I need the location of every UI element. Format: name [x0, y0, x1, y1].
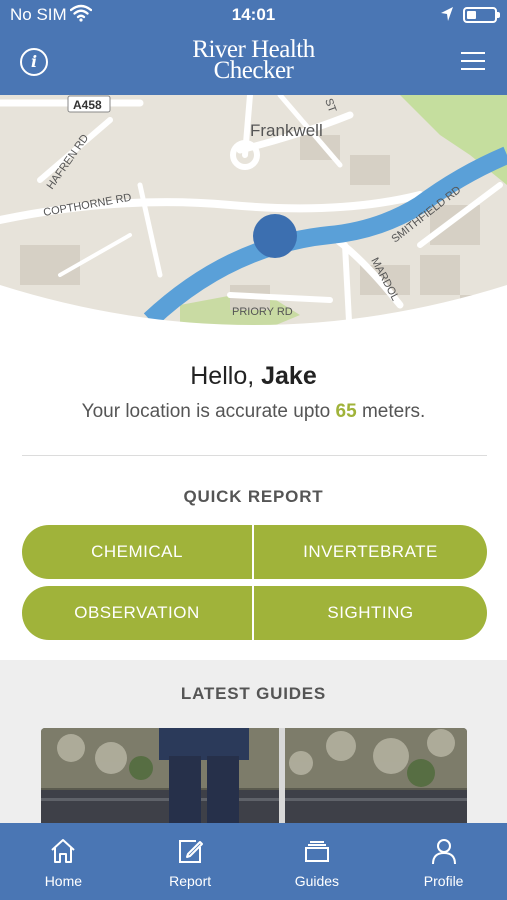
invertebrate-button[interactable]: INVERTEBRATE [254, 525, 487, 579]
guide-card[interactable] [41, 728, 467, 838]
menu-button[interactable] [461, 52, 485, 70]
tab-home[interactable]: Home [0, 823, 127, 900]
sighting-button[interactable]: SIGHTING [254, 586, 487, 640]
battery-icon [463, 7, 500, 23]
status-bar: No SIM 14:01 [0, 0, 507, 30]
map-canvas[interactable]: A458 Frankwell HAFREN RD COPTHORNE RD SM… [0, 95, 507, 340]
tab-home-label: Home [44, 873, 83, 889]
tab-report-label: Report [169, 873, 212, 889]
tab-bar: Home Report Guides Profile [0, 823, 507, 900]
location-marker [253, 214, 297, 258]
tab-report[interactable]: Report [127, 823, 254, 900]
accuracy-suffix: meters. [361, 401, 426, 422]
stack-icon [304, 841, 329, 862]
logo-line2: Checker [213, 57, 294, 84]
divider [22, 455, 487, 456]
user-name: Jake [261, 362, 317, 390]
quick-report-title: QUICK REPORT [183, 487, 324, 506]
home-icon [51, 839, 76, 863]
tab-guides[interactable]: Guides [254, 823, 381, 900]
greeting-hello: Hello, [190, 362, 255, 390]
map-label-a458: A458 [73, 98, 102, 112]
app-logo: River Health Checker [0, 37, 507, 84]
greeting: Hello, Jake [0, 362, 507, 391]
chemical-button[interactable]: CHEMICAL [22, 525, 252, 579]
accuracy-prefix: Your location is accurate upto [81, 401, 331, 422]
hamburger-icon [461, 52, 485, 54]
latest-guides-section: LATEST GUIDES [0, 660, 507, 838]
map-label-priory-rd: PRIORY RD [232, 306, 293, 318]
tab-profile[interactable]: Profile [380, 823, 507, 900]
latest-guides-title: LATEST GUIDES [180, 684, 327, 703]
person-icon [431, 839, 456, 865]
tab-guides-label: Guides [294, 873, 340, 889]
map-view[interactable]: A458 Frankwell HAFREN RD COPTHORNE RD SM… [0, 95, 507, 340]
clock: 14:01 [231, 5, 276, 24]
tab-profile-label: Profile [423, 873, 464, 889]
guide-photo [41, 728, 467, 838]
map-label-frankwell: Frankwell [250, 121, 323, 140]
app-header: i River Health Checker [0, 30, 507, 95]
observation-button[interactable]: OBSERVATION [22, 586, 252, 640]
location-arrow-icon [441, 7, 453, 21]
app-screen: No SIM 14:01 i River Health Checker A458… [0, 0, 507, 900]
edit-icon [179, 840, 204, 863]
location-accuracy: Your location is accurate upto 65 meters… [0, 401, 507, 423]
accuracy-value: 65 [335, 401, 357, 422]
